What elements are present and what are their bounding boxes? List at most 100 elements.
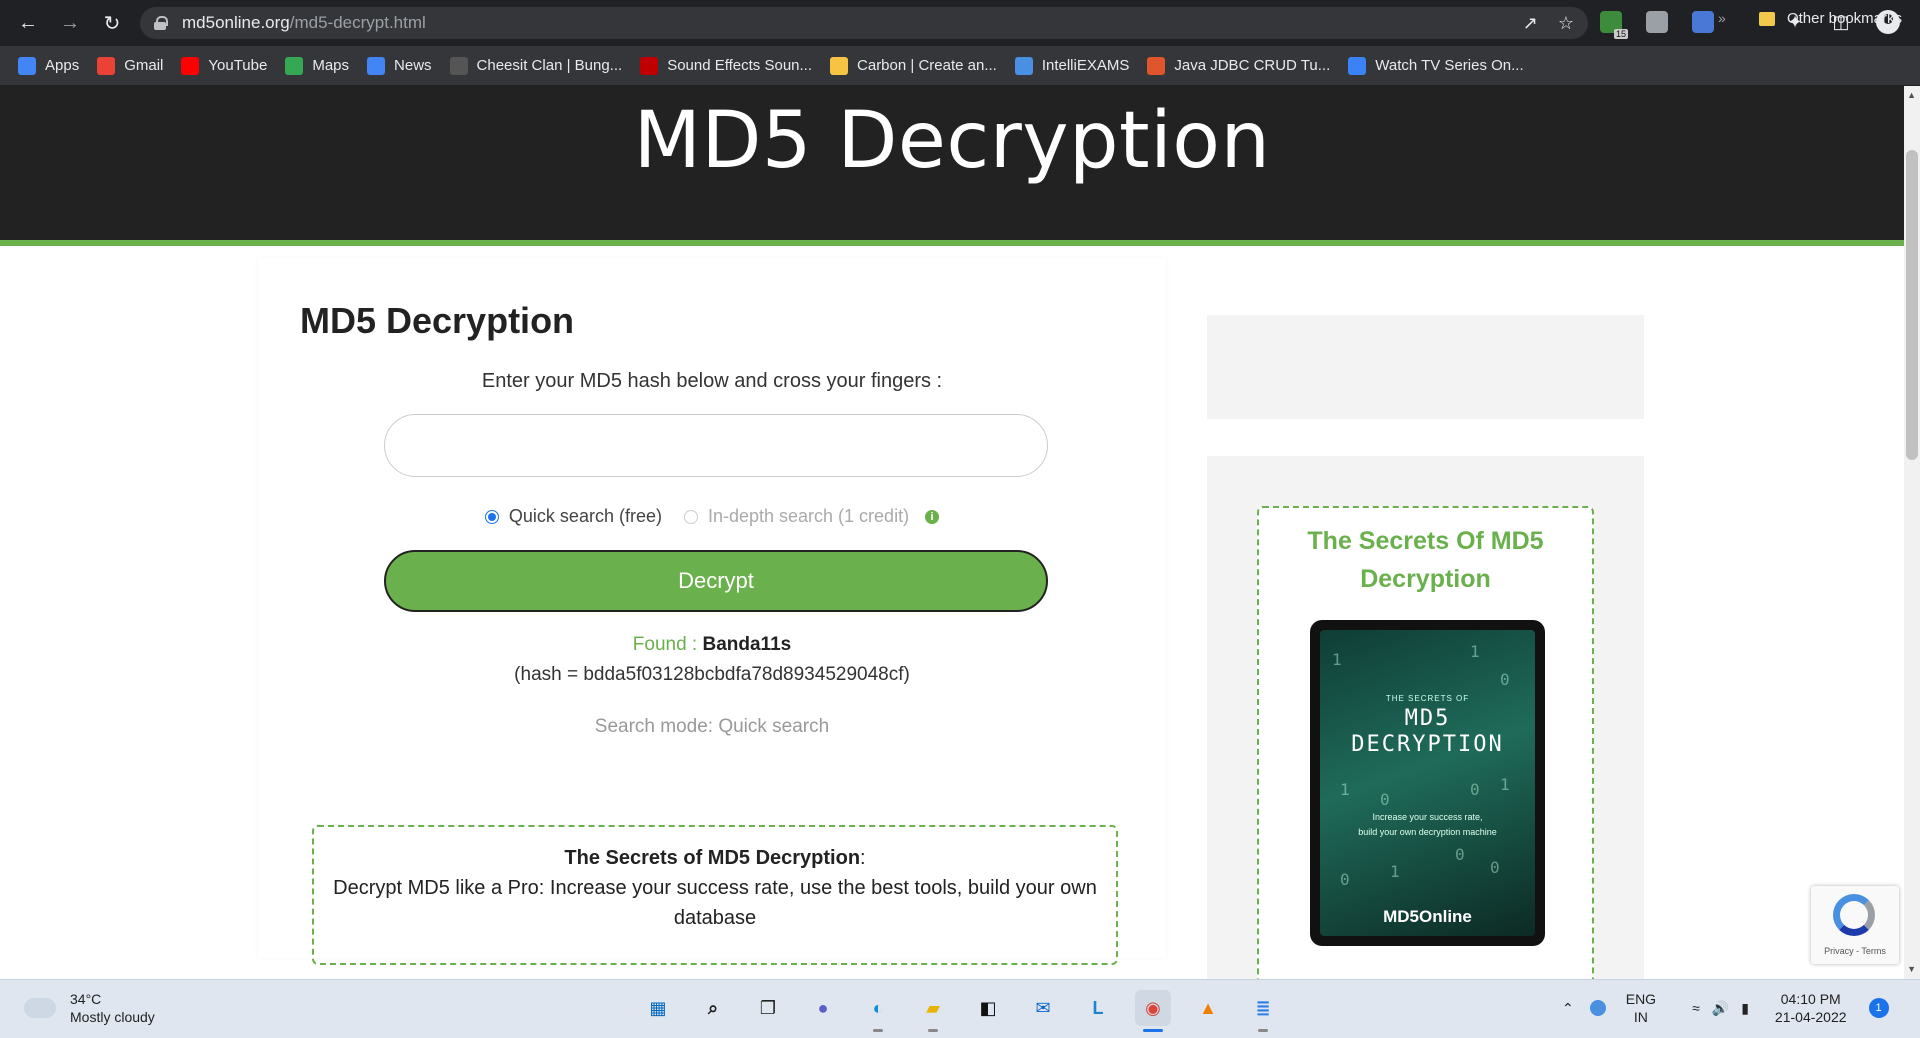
bookmark-4[interactable]: News [367, 56, 432, 75]
search-mode-options: Quick search (free) In-depth search (1 c… [258, 506, 1166, 527]
md5-hash-input[interactable] [384, 414, 1048, 477]
temperature: 34°C [70, 991, 102, 1007]
extension-gray-icon[interactable] [1646, 11, 1668, 33]
found-value: Banda11s [702, 634, 792, 655]
bookmark-label: Java JDBC CRUD Tu... [1174, 57, 1331, 74]
card-heading: MD5 Decryption [300, 300, 575, 341]
reload-icon[interactable]: ↻ [98, 9, 126, 37]
bookmark-3[interactable]: Maps [285, 56, 349, 75]
bookmark-8[interactable]: IntelliEXAMS [1014, 56, 1129, 75]
mail-icon[interactable]: ✉ [1025, 990, 1061, 1026]
bookmark-label: Cheesit Clan | Bung... [476, 57, 623, 74]
decrypt-card: MD5 Decryption Enter your MD5 hash below… [258, 258, 1166, 965]
cover-md5-text: MD5 [1404, 706, 1451, 731]
dolby-icon[interactable]: ◧ [970, 990, 1006, 1026]
cloud-sun-icon [20, 990, 56, 1018]
book-cover-tablet[interactable]: 1 1 0 1 0 0 1 0 1 0 0 THE SECRETS OF MD5… [1310, 620, 1545, 946]
book-cover-image: 1 1 0 1 0 0 1 0 1 0 0 THE SECRETS OF MD5… [1320, 630, 1535, 936]
bookmark-5[interactable]: Cheesit Clan | Bung... [449, 56, 623, 75]
extension-shield-icon[interactable]: 15 [1600, 11, 1628, 39]
carbon-icon [830, 56, 849, 75]
volume-icon[interactable]: 🔊 [1712, 1000, 1729, 1017]
search-icon[interactable]: ⌕ [695, 990, 731, 1026]
tray-app-icon[interactable] [1589, 1000, 1606, 1016]
notification-badge[interactable]: 1 [1868, 998, 1889, 1018]
secrets-promo-box: The Secrets of MD5 Decryption: Decrypt M… [312, 825, 1118, 965]
bookmark-1[interactable]: Gmail [97, 56, 163, 75]
decrypt-button[interactable]: Decrypt [384, 550, 1048, 612]
back-icon[interactable]: ← [14, 9, 42, 37]
file-explorer-icon[interactable]: ▰ [915, 990, 951, 1032]
red-circle-icon [640, 56, 659, 75]
google-icon [97, 56, 116, 75]
indepth-search-label[interactable]: In-depth search (1 credit) [708, 506, 909, 527]
scroll-up-icon[interactable]: ▲ [1907, 90, 1916, 100]
bookmark-label: YouTube [208, 57, 268, 74]
tray-chevron-up-icon[interactable]: ⌃ [1562, 1000, 1574, 1017]
quick-search-label[interactable]: Quick search (free) [509, 506, 662, 527]
other-bookmarks[interactable]: Other bookmarks [1758, 10, 1902, 27]
indepth-search-radio[interactable] [683, 509, 698, 524]
shield-icon [449, 56, 468, 75]
language-indicator[interactable]: ENG IN [1626, 990, 1656, 1026]
chrome-icon[interactable]: ◉ [1135, 990, 1171, 1032]
forward-icon[interactable]: → [56, 9, 84, 37]
windows-taskbar: 34°C Mostly cloudy ▦ ⌕ ❐ ● ◐ ▰ ◧ ✉ L ◉ ▲ ≣ ⌃ ENG IN… [0, 979, 1920, 1038]
quick-search-radio[interactable] [484, 509, 499, 524]
bookmark-label: Watch TV Series On... [1375, 57, 1524, 74]
weather-widget[interactable]: 34°C Mostly cloudy [20, 990, 155, 1026]
running-indicator [1258, 1029, 1268, 1032]
apps-grid-icon [18, 56, 36, 75]
address-bar[interactable]: md5online.org/md5-decrypt.html ↗ ☆ [140, 7, 1588, 39]
other-bookmarks-label: Other bookmarks [1786, 10, 1902, 27]
x-icon [1014, 56, 1033, 75]
intro-text: Enter your MD5 hash below and cross your… [481, 370, 943, 392]
share-icon[interactable]: ↗ [1523, 13, 1538, 34]
windows-start-icon[interactable]: ▦ [640, 990, 676, 1026]
bookmark-label: Apps [45, 57, 80, 74]
star-bookmark-icon[interactable]: ☆ [1558, 13, 1574, 34]
running-indicator [928, 1029, 938, 1032]
battery-icon[interactable]: ▮ [1741, 1000, 1749, 1017]
more-bookmarks-chevron[interactable]: » [1718, 10, 1726, 26]
translate-extension-icon[interactable] [1692, 11, 1714, 33]
browser-toolbar: ← → ↻ md5online.org/md5-decrypt.html ↗ ☆… [0, 0, 1920, 46]
secrets-title[interactable]: The Secrets of MD5 Decryption [564, 847, 860, 869]
hero-title: MD5 Decryption [633, 96, 1271, 186]
secrets-text-2: database [673, 907, 757, 929]
search-mode-text: Search mode: Quick search [594, 716, 830, 737]
scroll-down-icon[interactable]: ▼ [1907, 964, 1916, 974]
scrollbar-thumb[interactable] [1906, 150, 1918, 460]
bookmark-0[interactable]: Apps [18, 56, 80, 75]
clock[interactable]: 04:10 PM 21-04-2022 [1775, 990, 1847, 1026]
page-content: MD5 Decryption MD5 Decryption Enter your… [0, 86, 1904, 979]
news-icon [367, 56, 386, 75]
edge-icon[interactable]: ◐ [860, 990, 896, 1032]
book-title[interactable]: The Secrets Of MD5 Decryption [1259, 522, 1592, 598]
book-title-line2: Decryption [1360, 565, 1491, 593]
cover-decryption-text: DECRYPTION [1351, 732, 1504, 757]
bookmark-9[interactable]: Java JDBC CRUD Tu... [1147, 56, 1331, 75]
bookmark-2[interactable]: YouTube [181, 56, 268, 75]
teams-chat-icon[interactable]: ● [805, 990, 841, 1026]
extension-badge: 15 [1613, 29, 1628, 39]
cover-tagline-2: build your own decryption machine [1358, 827, 1497, 837]
recaptcha-privacy-terms[interactable]: Privacy - Terms [1811, 946, 1899, 956]
wifi-icon[interactable]: ≈ [1692, 1000, 1700, 1016]
cover-small-text: THE SECRETS OF [1385, 694, 1470, 703]
taskbar-apps: ▦ ⌕ ❐ ● ◐ ▰ ◧ ✉ L ◉ ▲ ≣ [640, 990, 1281, 1032]
page-scrollbar[interactable]: ▲ ▼ [1904, 86, 1920, 979]
book-promo[interactable]: The Secrets Of MD5 Decryption 1 1 0 1 0 … [1257, 506, 1594, 979]
l-app-icon[interactable]: L [1080, 990, 1116, 1026]
task-view-icon[interactable]: ❐ [750, 990, 786, 1026]
bookmark-6[interactable]: Sound Effects Soun... [640, 56, 812, 75]
vlc-icon[interactable]: ▲ [1190, 990, 1226, 1026]
result-area: Found : Banda11s (hash = bdda5f03128bcbd… [258, 630, 1166, 690]
notepad-icon[interactable]: ≣ [1245, 990, 1281, 1032]
info-icon[interactable]: i [925, 509, 940, 524]
bookmark-7[interactable]: Carbon | Create an... [830, 56, 997, 75]
recaptcha-badge[interactable]: Privacy - Terms [1811, 886, 1899, 964]
java-icon [1147, 56, 1166, 75]
bookmark-10[interactable]: Watch TV Series On... [1348, 56, 1524, 75]
extension-blank-icon[interactable] [1738, 11, 1760, 33]
